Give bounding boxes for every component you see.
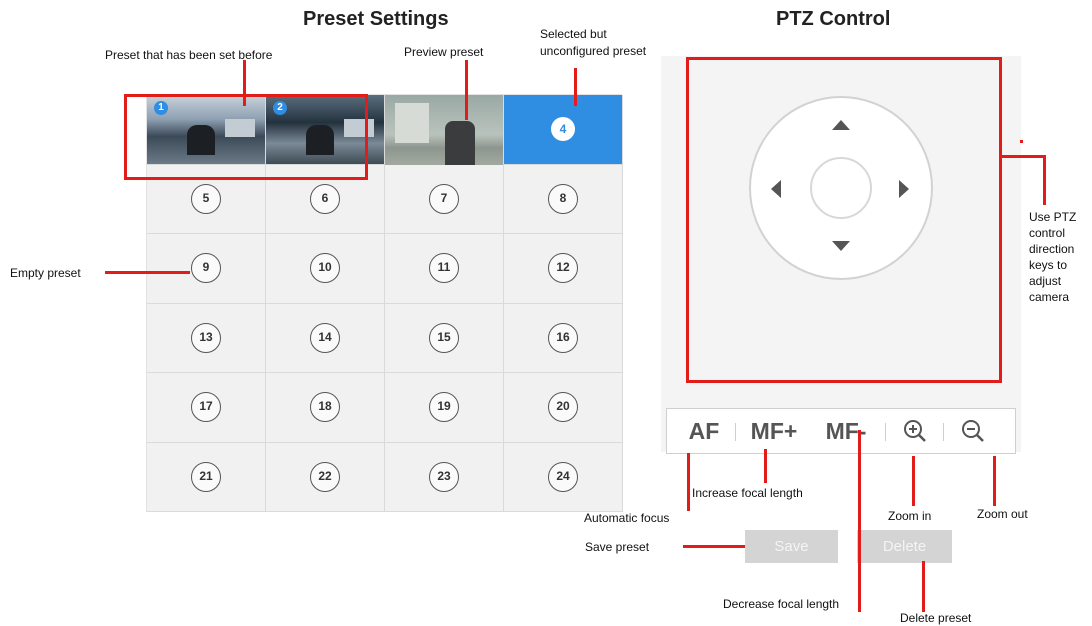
preset-number: 8 (548, 183, 578, 214)
preset-number: 9 (191, 253, 221, 284)
preset-number: 19 (429, 392, 459, 423)
preset-cell[interactable]: 11 (385, 234, 504, 304)
annotation-preset-set-before: Preset that has been set before (105, 48, 273, 62)
annotation-line (993, 456, 996, 506)
annotation-selected-line2: unconfigured preset (540, 44, 647, 58)
annotation-line (105, 271, 190, 274)
annotation-save-preset: Save preset (585, 540, 650, 554)
annotation-delete-preset: Delete preset (900, 611, 972, 625)
annotation-decrease-focal: Decrease focal length (723, 597, 840, 611)
preset-cell[interactable]: 13 (147, 303, 266, 373)
annotation-use-ptz: Use PTZ control direction keys to adjust… (1029, 210, 1077, 304)
lens-control-bar: AF MF+ MF- (666, 408, 1016, 454)
annotation-line (1000, 155, 1046, 158)
annotation-line (764, 449, 767, 483)
preset-number: 24 (548, 461, 578, 492)
preset-number: 13 (191, 322, 221, 353)
preset-number: 4 (551, 117, 575, 142)
zoom-in-icon (904, 420, 926, 442)
preset-number: 15 (429, 322, 459, 353)
preset-number: 10 (310, 253, 340, 284)
annotation-line (1043, 155, 1046, 205)
annotation-line (687, 453, 690, 511)
preset-cell[interactable]: 17 (147, 373, 266, 443)
ptz-highlight-box (686, 57, 1002, 383)
preset-number: 18 (310, 392, 340, 423)
preset-number: 11 (429, 253, 459, 284)
annotation-automatic-focus: Automatic focus (584, 511, 670, 525)
preset-cell[interactable]: 9 (147, 234, 266, 304)
save-button[interactable]: Save (745, 530, 838, 563)
preset-number: 21 (191, 461, 221, 492)
preset-cell[interactable]: 8 (504, 164, 623, 234)
preset-cell[interactable]: 19 (385, 373, 504, 443)
preset-cell[interactable]: 12 (504, 234, 623, 304)
preset-cell[interactable]: 15 (385, 303, 504, 373)
annotation-line (912, 456, 915, 506)
annotation-zoom-in: Zoom in (888, 509, 932, 523)
zoom-in-button[interactable] (895, 413, 935, 449)
separator (735, 423, 736, 441)
zoom-out-icon (962, 420, 984, 442)
preset-cell[interactable]: 7 (385, 164, 504, 234)
preset-cell[interactable]: 16 (504, 303, 623, 373)
separator (885, 423, 886, 441)
preset-number: 6 (310, 183, 340, 214)
annotation-zoom-out: Zoom out (977, 507, 1028, 521)
preset-number: 17 (191, 392, 221, 423)
preset-number: 5 (191, 183, 221, 214)
preset-cell[interactable]: 24 (504, 442, 623, 512)
mf-plus-button[interactable]: MF+ (741, 413, 807, 449)
preset-cell[interactable]: 23 (385, 442, 504, 512)
annotation-line (683, 545, 745, 548)
preset-cell[interactable]: 20 (504, 373, 623, 443)
preset-number: 14 (310, 322, 340, 353)
ptz-control-title: PTZ Control (776, 8, 891, 30)
preset-number: 20 (548, 392, 578, 423)
annotation-line (243, 60, 246, 106)
preset-cell[interactable]: 22 (266, 442, 385, 512)
preset-cell[interactable]: 14 (266, 303, 385, 373)
annotation-line (922, 561, 925, 612)
annotation-line (858, 430, 861, 612)
annotation-line (465, 60, 468, 120)
preset-cell[interactable]: 10 (266, 234, 385, 304)
preset-cell[interactable]: 18 (266, 373, 385, 443)
preset-number: 22 (310, 461, 340, 492)
annotation-empty-preset: Empty preset (10, 266, 81, 280)
mf-minus-button[interactable]: MF- (815, 413, 877, 449)
annotation-selected-line1: Selected but (540, 27, 607, 41)
annotation-line (574, 68, 577, 106)
delete-button[interactable]: Delete (857, 530, 952, 563)
af-button[interactable]: AF (681, 413, 727, 449)
annotation-increase-focal: Increase focal length (692, 486, 803, 500)
preset-number: 16 (548, 322, 578, 353)
separator (943, 423, 944, 441)
annotation-dot (1020, 140, 1023, 143)
preset-cell[interactable]: 4 (504, 95, 623, 165)
zoom-out-button[interactable] (953, 413, 993, 449)
preset-number: 7 (429, 183, 459, 214)
preset-number: 23 (429, 461, 459, 492)
preset-cell[interactable] (385, 95, 504, 183)
annotation-preview-preset: Preview preset (404, 45, 484, 59)
preset-cell[interactable]: 21 (147, 442, 266, 512)
preset-settings-title: Preset Settings (303, 8, 449, 30)
set-presets-highlight-box (124, 94, 368, 180)
preset-number: 12 (548, 253, 578, 284)
